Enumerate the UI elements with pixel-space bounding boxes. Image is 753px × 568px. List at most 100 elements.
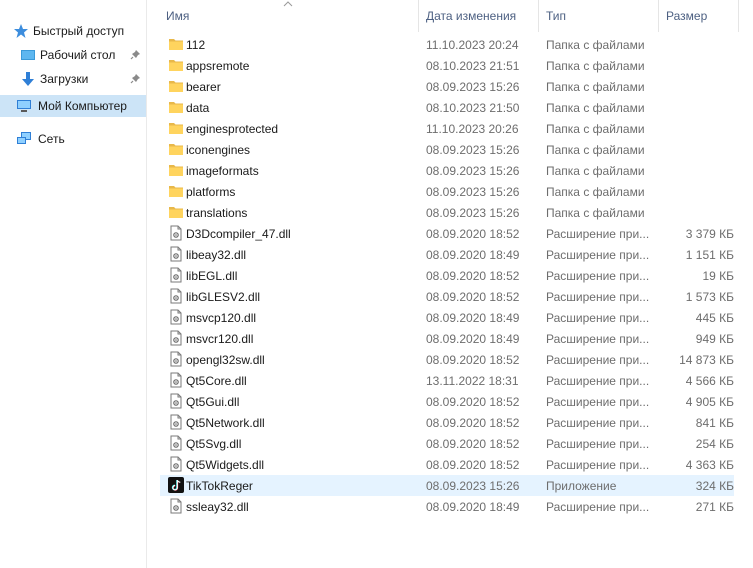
column-separator[interactable] (418, 0, 419, 32)
file-row[interactable]: Qt5Network.dll 08.09.2020 18:52 Расширение… (160, 412, 734, 433)
pane-divider[interactable] (146, 0, 147, 568)
file-name: Qt5Network.dll (186, 416, 265, 430)
file-date: 11.10.2023 20:24 (426, 38, 519, 52)
file-row[interactable]: Qt5Gui.dll 08.09.2020 18:52 Расширение при… (160, 391, 734, 412)
nav-downloads[interactable]: Загрузки (0, 68, 146, 90)
file-date: 08.09.2020 18:52 (426, 290, 520, 304)
file-date: 08.09.2023 15:26 (426, 164, 520, 178)
file-row[interactable]: opengl32sw.dll 08.09.2020 18:52 Расширение… (160, 349, 734, 370)
file-type: Расширение при... (546, 311, 650, 325)
file-row[interactable]: libeay32.dll 08.09.2020 18:49 Расширение п… (160, 244, 734, 265)
file-date: 08.09.2020 18:52 (426, 437, 520, 451)
file-size: 4 566 КБ (685, 374, 734, 388)
column-size-header[interactable]: Размер (666, 9, 707, 23)
file-type: Приложение (546, 479, 617, 493)
nav-desktop[interactable]: Рабочий стол (0, 44, 146, 66)
file-row[interactable]: imageformats 08.09.2023 15:26 Папка с файл… (160, 160, 734, 181)
dll-file-icon (170, 393, 182, 409)
file-row[interactable]: libGLESV2.dll 08.09.2020 18:52 Расширение … (160, 286, 734, 307)
file-date: 08.09.2020 18:52 (426, 458, 520, 472)
file-row[interactable]: iconengines 08.09.2023 15:26 Папка с файла… (160, 139, 734, 160)
file-row[interactable]: ssleay32.dll 08.09.2020 18:49 Расширение п… (160, 496, 734, 517)
column-separator[interactable] (658, 0, 659, 32)
file-row[interactable]: bearer 08.09.2023 15:26 Папка с файлами (160, 76, 734, 97)
file-row[interactable]: data 08.10.2023 21:50 Папка с файлами (160, 97, 734, 118)
file-row[interactable]: enginesprotected 11.10.2023 20:26 Папка с … (160, 118, 734, 139)
nav-quick-access-label: Быстрый доступ (33, 24, 125, 38)
file-size: 841 КБ (695, 416, 734, 430)
folder-icon (169, 102, 183, 113)
file-row[interactable]: Qt5Core.dll 13.11.2022 18:31 Расширение пр… (160, 370, 734, 391)
column-separator[interactable] (538, 0, 539, 32)
file-type: Папка с файлами (546, 80, 645, 94)
file-row[interactable]: 112 11.10.2023 20:24 Папка с файлами (160, 34, 734, 55)
file-row[interactable]: TikTokReger 08.09.2023 15:26 Приложение 324… (160, 475, 734, 496)
file-type: Расширение при... (546, 395, 650, 409)
file-size: 1 573 КБ (685, 290, 734, 304)
file-type: Расширение при... (546, 458, 650, 472)
file-name: iconengines (186, 143, 251, 157)
file-name: 112 (186, 38, 206, 52)
sort-ascending-icon (283, 1, 293, 7)
nav-quick-access[interactable]: Быстрый доступ (0, 20, 146, 42)
column-date-header[interactable]: Дата изменения (426, 9, 516, 23)
file-row[interactable]: D3Dcompiler_47.dll 08.09.2020 18:52 Расшир… (160, 223, 734, 244)
column-type-header[interactable]: Тип (546, 9, 566, 23)
file-row[interactable]: msvcr120.dll 08.09.2020 18:49 Расширение п… (160, 328, 734, 349)
folder-icon (169, 144, 183, 155)
file-date: 08.09.2023 15:26 (426, 479, 520, 493)
file-type: Расширение при... (546, 290, 650, 304)
file-type: Папка с файлами (546, 101, 645, 115)
file-name: msvcp120.dll (186, 311, 257, 325)
file-row[interactable]: Qt5Widgets.dll 08.09.2020 18:52 Расширение… (160, 454, 734, 475)
file-type: Расширение при... (546, 227, 650, 241)
file-size: 1 151 КБ (685, 248, 734, 262)
dll-file-icon (170, 435, 182, 451)
dll-file-icon (170, 225, 182, 241)
file-type: Расширение при... (546, 374, 650, 388)
file-name: TikTokReger (186, 479, 253, 493)
file-name: libGLESV2.dll (186, 290, 261, 304)
file-type: Расширение при... (546, 248, 650, 262)
file-type: Папка с файлами (546, 38, 645, 52)
file-size: 4 363 КБ (685, 458, 734, 472)
star-icon (14, 24, 28, 38)
file-date: 08.10.2023 21:51 (426, 59, 520, 73)
file-name: libEGL.dll (186, 269, 238, 283)
file-row[interactable]: msvcp120.dll 08.09.2020 18:49 Расширение п… (160, 307, 734, 328)
pin-icon[interactable] (130, 49, 141, 60)
file-size: 271 КБ (695, 500, 734, 514)
file-row[interactable]: appsremote 08.10.2023 21:51 Папка с файлам… (160, 55, 734, 76)
pin-icon[interactable] (130, 73, 141, 84)
file-row[interactable]: translations 08.09.2023 15:26 Папка с файл… (160, 202, 734, 223)
file-row[interactable]: libEGL.dll 08.09.2020 18:52 Расширение при… (160, 265, 734, 286)
file-date: 08.09.2020 18:49 (426, 500, 520, 514)
file-name: bearer (186, 80, 221, 94)
nav-this-pc[interactable]: Мой Компьютер (0, 95, 146, 117)
file-name: Qt5Widgets.dll (186, 458, 265, 472)
file-date: 08.09.2020 18:49 (426, 248, 520, 262)
file-size: 19 КБ (702, 269, 734, 283)
file-name: translations (186, 206, 248, 220)
file-row[interactable]: Qt5Svg.dll 08.09.2020 18:52 Расширение при… (160, 433, 734, 454)
network-icon (17, 132, 31, 144)
file-type: Расширение при... (546, 437, 650, 451)
folder-icon (169, 207, 183, 218)
file-name: platforms (186, 185, 236, 199)
column-name-header[interactable]: Имя (166, 9, 189, 23)
file-date: 13.11.2022 18:31 (426, 374, 519, 388)
file-date: 08.09.2023 15:26 (426, 143, 520, 157)
file-type: Папка с файлами (546, 143, 645, 157)
folder-icon (169, 39, 183, 50)
file-type: Расширение при... (546, 332, 650, 346)
column-separator[interactable] (738, 0, 739, 32)
dll-file-icon (170, 414, 182, 430)
tiktok-app-icon (168, 477, 184, 493)
file-size: 254 КБ (695, 437, 734, 451)
file-name: Qt5Gui.dll (186, 395, 240, 409)
nav-network[interactable]: Сеть (0, 128, 146, 150)
file-row[interactable]: platforms 08.09.2023 15:26 Папка с файлами (160, 181, 734, 202)
file-type: Расширение при... (546, 269, 650, 283)
file-size: 4 905 КБ (685, 395, 734, 409)
file-date: 08.09.2020 18:52 (426, 227, 520, 241)
